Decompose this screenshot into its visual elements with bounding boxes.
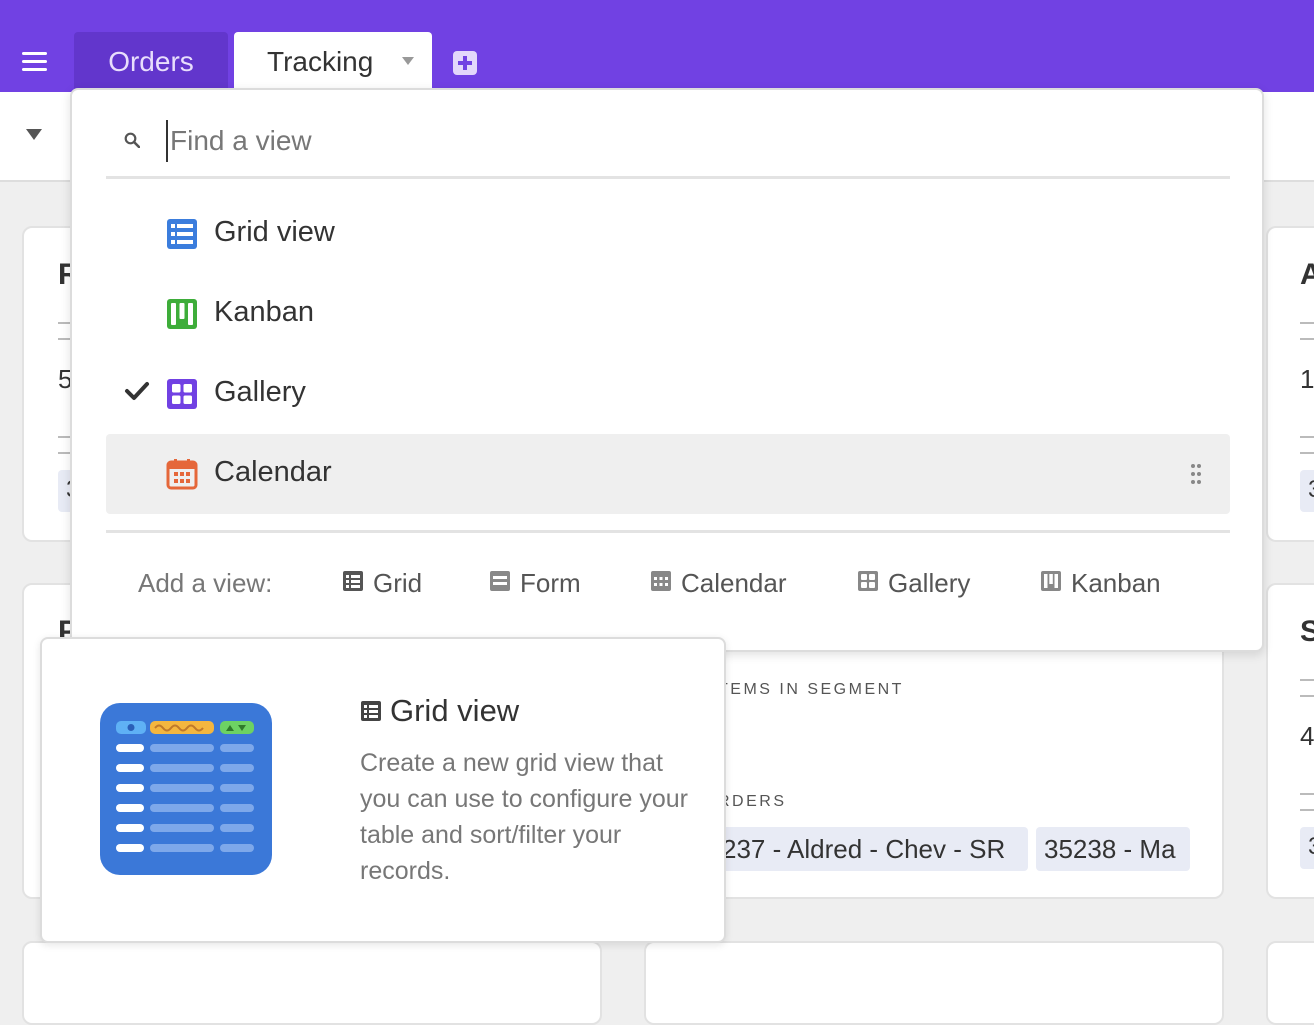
grid-icon [361,701,381,721]
tab-tracking[interactable]: Tracking [234,32,432,92]
card-value: 1 [1300,364,1314,394]
grid-view-illustration [100,703,272,875]
gallery-card[interactable] [644,941,1224,1025]
add-calendar-view-button[interactable]: Calendar [650,566,800,602]
view-type-tooltip: Grid view Create a new grid view that yo… [40,637,726,943]
add-view-label: Add a view: [138,568,273,598]
field-icon [1300,322,1314,340]
field-icon [1300,793,1314,811]
view-item-gallery[interactable]: Gallery [106,354,1230,434]
add-view-option-label: Grid [373,568,423,598]
chevron-down-icon[interactable] [402,57,414,65]
view-item-calendar[interactable]: Calendar [106,434,1230,514]
calendar-icon [166,459,198,490]
view-switcher-dropdown: Grid view Kanban Gallery Calendar [70,88,1264,652]
field-icon [1300,679,1314,697]
form-icon [490,571,510,591]
divider [106,530,1230,533]
grid-icon [167,219,197,249]
add-view-option-label: Kanban [1071,568,1161,598]
field-icon [1300,436,1314,454]
view-item-label: Calendar [214,456,332,488]
add-view-option-label: Form [520,568,581,598]
field-label: TEMS IN SEGMENT [718,681,904,698]
gallery-card[interactable] [1266,941,1314,1025]
gallery-icon [167,379,197,409]
view-item-kanban[interactable]: Kanban [106,274,1230,354]
add-form-view-button[interactable]: Form [489,566,589,602]
view-item-label: Kanban [214,296,314,328]
tooltip-description: Create a new grid view that you can use … [360,749,688,885]
kanban-icon [167,299,197,329]
card-value: 4 [1300,721,1314,751]
top-bar: Orders Tracking [0,0,1314,92]
view-item-label: Gallery [214,376,306,408]
card-title: S [1300,615,1314,649]
add-table-icon[interactable] [453,51,477,75]
gallery-card[interactable] [22,941,602,1025]
add-gallery-view-button[interactable]: Gallery [857,566,982,602]
add-view-option-label: Gallery [888,568,971,598]
add-grid-view-button[interactable]: Grid [342,566,432,602]
gallery-icon [858,571,878,591]
view-search [106,110,1230,179]
find-view-input[interactable] [166,120,1072,162]
calendar-icon [651,571,671,591]
gallery-card[interactable]: S 4 3 [1266,583,1314,899]
views-toggle-icon[interactable] [26,129,42,140]
add-kanban-view-button[interactable]: Kanban [1040,566,1170,602]
tab-orders[interactable]: Orders [74,32,228,92]
card-title: A [1300,258,1314,292]
tooltip-title: Grid view [390,693,520,728]
drag-handle-icon[interactable] [1190,462,1202,486]
kanban-icon [1041,571,1061,591]
grid-icon [343,571,363,591]
field-label: RDERS [718,793,787,810]
menu-icon[interactable] [22,52,47,72]
linked-record-pill[interactable]: 35238 - Ma [1036,827,1190,871]
search-icon [124,132,140,148]
record-chip: 3 [1300,470,1314,512]
view-item-label: Grid view [214,216,335,248]
add-view-option-label: Calendar [681,568,787,598]
linked-record-pill[interactable]: 237 - Aldred - Chev - SR [710,827,1028,871]
gallery-card[interactable]: A 1 3 [1266,226,1314,542]
view-item-grid[interactable]: Grid view [106,194,1230,274]
record-chip: 3 [1300,827,1314,869]
checkmark-icon [125,382,149,400]
tab-tracking-label: Tracking [267,46,374,77]
